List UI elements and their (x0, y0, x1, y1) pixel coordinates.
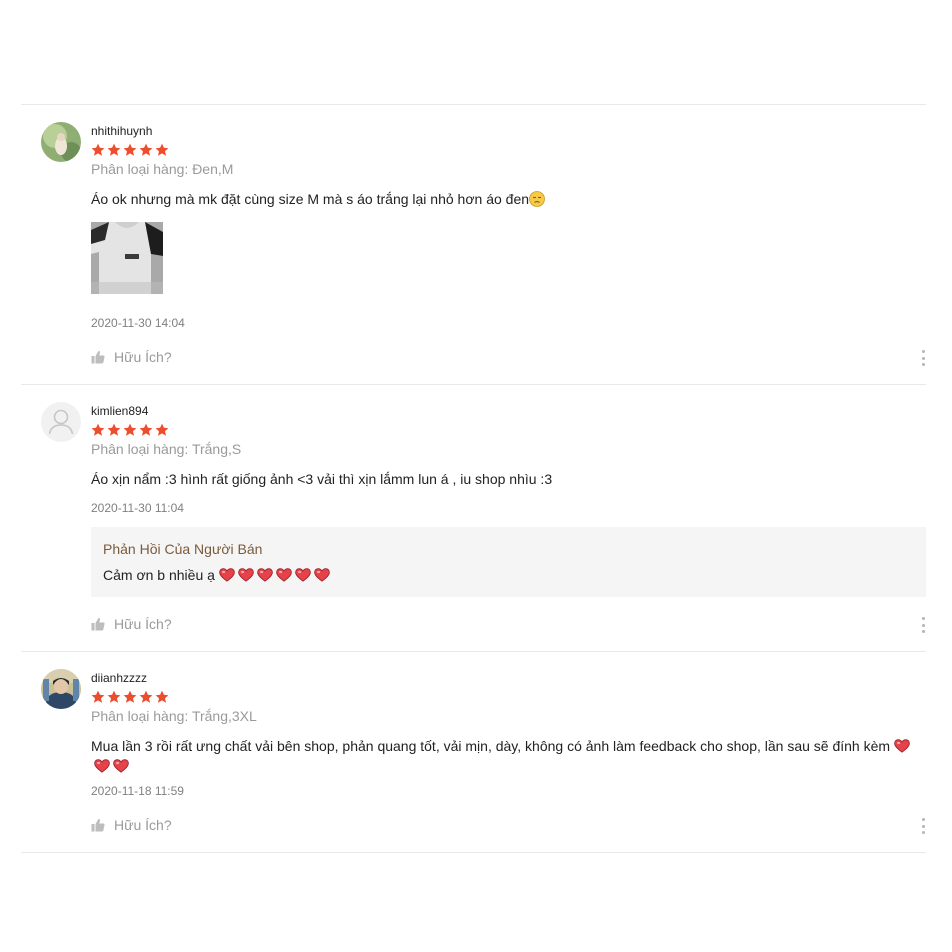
default-user-icon (48, 409, 74, 435)
review-comment: Áo ok nhưng mà mk đặt cùng size M mà s á… (91, 189, 916, 209)
heart-icon (276, 568, 292, 582)
avatar[interactable] (41, 669, 81, 709)
star-icon (139, 143, 153, 156)
heart-emoji-group (219, 567, 330, 583)
thumb-up-icon (91, 350, 105, 364)
star-icon (107, 690, 121, 703)
variant-label: Phân loại hàng: Trắng,S (91, 441, 242, 457)
review-photo[interactable] (91, 222, 163, 294)
star-icon (155, 690, 169, 703)
star-icon (123, 690, 137, 703)
review-username[interactable]: nhithihuynh (91, 124, 152, 138)
review-item: diianhzzzz Phân loại hàng: Trắng,3XL Mua… (21, 651, 926, 853)
star-icon (91, 143, 105, 156)
star-icon (155, 423, 169, 436)
helpful-button[interactable]: Hữu Ích? (91, 616, 172, 632)
helpful-button[interactable]: Hữu Ích? (91, 349, 172, 365)
star-icon (107, 423, 121, 436)
heart-icon (314, 568, 330, 582)
thumb-up-icon (91, 617, 105, 631)
review-date: 2020-11-30 11:04 (91, 501, 184, 515)
review-username[interactable]: kimlien894 (91, 404, 148, 418)
heart-icon (295, 568, 311, 582)
seller-reply-message: Cảm ơn b nhiều ạ (103, 567, 215, 583)
star-icon (123, 143, 137, 156)
star-icon (139, 690, 153, 703)
star-icon (139, 423, 153, 436)
star-icon (123, 423, 137, 436)
avatar[interactable] (41, 402, 81, 442)
review-comment: Áo xịn nẩm :3 hình rất giống ảnh <3 vải … (91, 469, 916, 489)
review-date: 2020-11-30 14:04 (91, 316, 185, 330)
seller-reply-title: Phản Hồi Của Người Bán (103, 541, 263, 557)
heart-icon (94, 759, 110, 773)
variant-label: Phân loại hàng: Đen,M (91, 161, 234, 177)
variant-label: Phân loại hàng: Trắng,3XL (91, 708, 257, 724)
seller-reply: Phản Hồi Của Người Bán Cảm ơn b nhiều ạ (91, 527, 926, 597)
more-options-icon[interactable] (920, 818, 926, 834)
helpful-label: Hữu Ích? (114, 616, 172, 632)
star-icon (155, 143, 169, 156)
review-comment-text: Áo ok nhưng mà mk đặt cùng size M mà s á… (91, 191, 530, 207)
helpful-button[interactable]: Hữu Ích? (91, 817, 172, 833)
rating-stars (91, 690, 169, 704)
more-options-icon[interactable] (920, 350, 926, 366)
seller-reply-text: Cảm ơn b nhiều ạ (103, 567, 330, 583)
avatar[interactable] (41, 122, 81, 162)
heart-icon (894, 739, 910, 753)
review-username[interactable]: diianhzzzz (91, 671, 147, 685)
rating-stars (91, 143, 169, 157)
heart-icon (238, 568, 254, 582)
star-icon (107, 143, 121, 156)
review-date: 2020-11-18 11:59 (91, 784, 184, 798)
review-item: kimlien894 Phân loại hàng: Trắng,S Áo xị… (21, 384, 926, 652)
review-comment-text: Áo xịn nẩm :3 hình rất giống ảnh <3 vải … (91, 471, 553, 487)
helpful-label: Hữu Ích? (114, 349, 172, 365)
more-options-icon[interactable] (920, 617, 926, 633)
heart-icon (219, 568, 235, 582)
heart-icon (113, 759, 129, 773)
star-icon (91, 423, 105, 436)
rating-stars (91, 423, 169, 437)
star-icon (91, 690, 105, 703)
review-comment-text: Mua lần 3 rồi rất ưng chất vải bên shop,… (91, 738, 891, 754)
heart-icon (257, 568, 273, 582)
pensive-face-icon (529, 191, 545, 207)
helpful-label: Hữu Ích? (114, 817, 172, 833)
thumb-up-icon (91, 818, 105, 832)
review-item: nhithihuynh Phân loại hàng: Đen,M Áo ok … (21, 104, 926, 385)
review-comment: Mua lần 3 rồi rất ưng chất vải bên shop,… (91, 736, 916, 776)
